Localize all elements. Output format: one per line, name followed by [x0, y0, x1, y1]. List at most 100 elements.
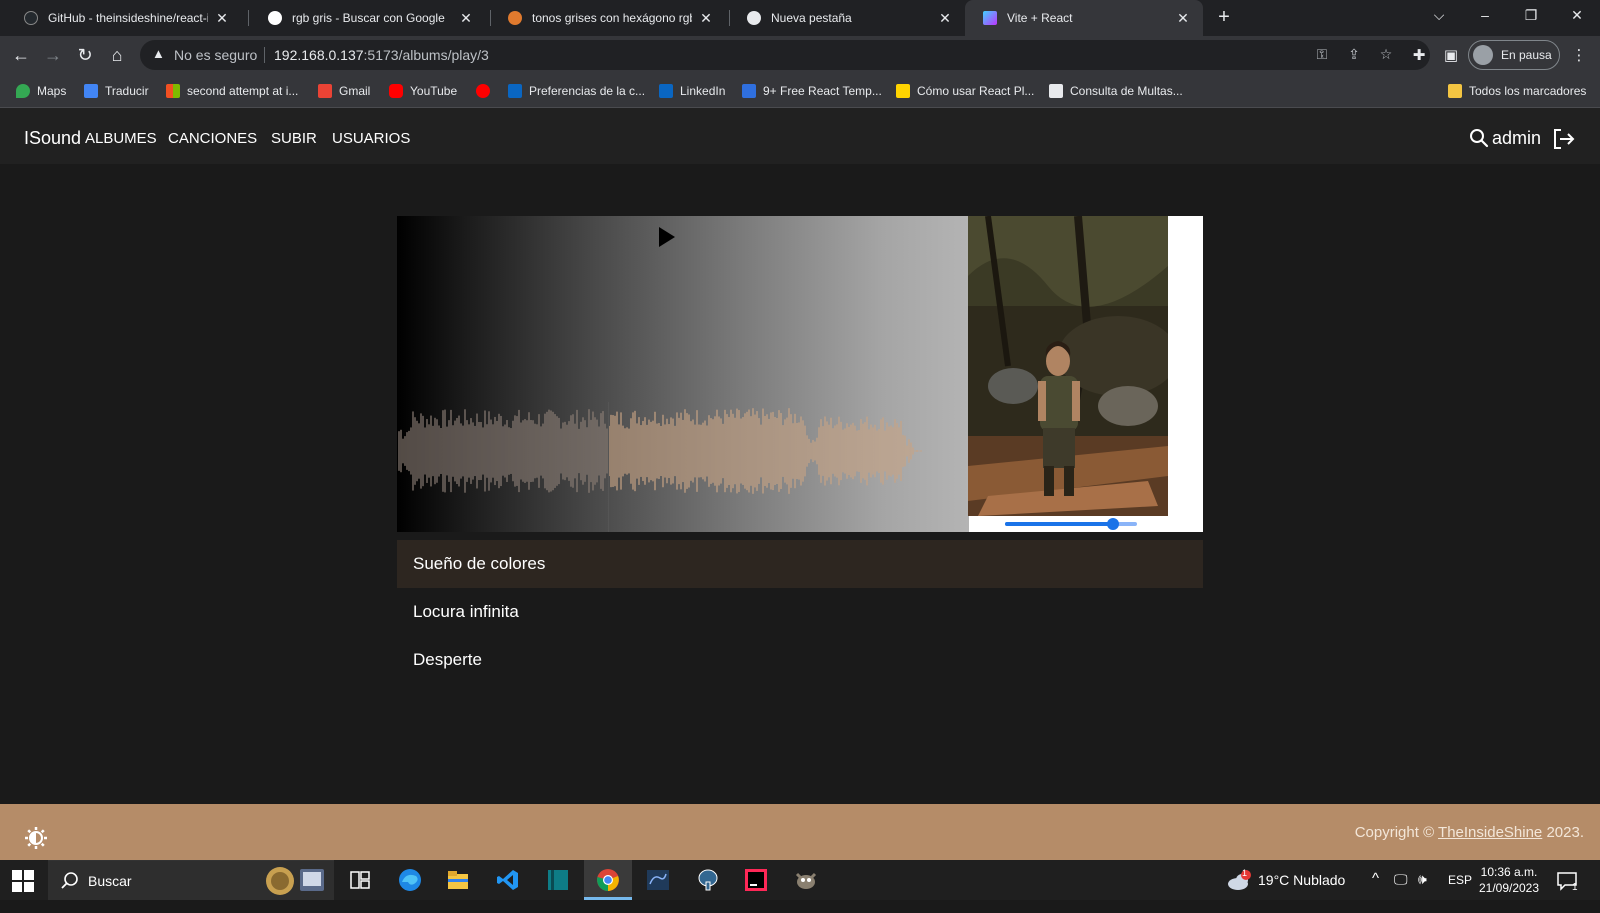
new-tab-button[interactable]: +	[1212, 6, 1236, 30]
user-label[interactable]: admin	[1492, 128, 1541, 149]
bookmark-maps[interactable]: Maps	[16, 82, 66, 100]
bookmark-label: Gmail	[339, 84, 371, 98]
gimp-icon	[795, 872, 817, 889]
weather-text[interactable]: 19°C Nublado	[1258, 872, 1345, 912]
terminal-icon	[548, 870, 568, 890]
tab-title: GitHub - theinsideshine/react-ins	[48, 11, 208, 25]
theme-toggle-icon[interactable]	[24, 826, 48, 850]
nav-link-albumes[interactable]: ALBUMES	[85, 130, 157, 147]
tab-google-search[interactable]: rgb gris - Buscar con Google ✕	[250, 0, 486, 36]
tab-github[interactable]: GitHub - theinsideshine/react-ins ✕	[6, 0, 242, 36]
taskbar-app-pgadmin[interactable]	[684, 860, 732, 900]
taskbar-search-box[interactable]: Buscar	[48, 860, 334, 900]
bookmark-react-pl[interactable]: Cómo usar React Pl...	[896, 82, 1034, 100]
tab-vite-react[interactable]: Vite + React ✕	[965, 0, 1203, 36]
logout-icon[interactable]	[1552, 128, 1576, 150]
bookmark-preferencias[interactable]: Preferencias de la c...	[508, 82, 645, 100]
windows-start-icon[interactable]	[12, 870, 34, 892]
volume-icon[interactable]: 🕪	[1418, 871, 1427, 911]
bookmark-youtube-music[interactable]	[476, 82, 497, 100]
star-icon[interactable]: ☆	[1376, 46, 1396, 64]
side-panel-icon[interactable]: ▣	[1440, 45, 1462, 67]
minimize-button[interactable]: –	[1462, 0, 1508, 30]
bookmarks-bar: Maps Traducir second attempt at i... Gma…	[0, 74, 1600, 108]
task-view-button[interactable]	[336, 860, 384, 900]
bookmark-traducir[interactable]: Traducir	[84, 82, 149, 100]
app-navbar: ISound ALBUMES CANCIONES SUBIR USUARIOS …	[0, 108, 1600, 164]
mysql-workbench-icon	[647, 870, 669, 890]
copyright-link[interactable]: TheInsideShine	[1438, 824, 1542, 841]
taskbar-clock[interactable]: 10:36 a.m. 21/09/2023	[1470, 864, 1548, 896]
taskbar-app-gimp[interactable]	[782, 860, 830, 900]
bookmark-youtube[interactable]: YouTube	[389, 82, 457, 100]
bookmark-react-templates[interactable]: 9+ Free React Temp...	[742, 82, 882, 100]
bookmark-gmail[interactable]: Gmail	[318, 82, 370, 100]
reload-icon[interactable]: ↻	[72, 42, 98, 68]
nav-link-canciones[interactable]: CANCIONES	[168, 130, 257, 147]
close-tab-icon[interactable]: ✕	[1175, 10, 1191, 27]
waveform[interactable]	[397, 391, 937, 511]
all-bookmarks[interactable]: Todos los marcadores	[1448, 82, 1586, 100]
search-icon[interactable]	[1469, 128, 1489, 148]
linkedin-icon	[508, 84, 522, 98]
kebab-menu-icon[interactable]: ⋮	[1568, 45, 1590, 67]
profile-button[interactable]: En pausa	[1468, 40, 1560, 70]
tab-title: Vite + React	[1007, 11, 1073, 25]
bookmark-label: YouTube	[410, 84, 458, 98]
close-window-button[interactable]: ✕	[1554, 0, 1600, 30]
bookmark-linkedin[interactable]: LinkedIn	[659, 82, 725, 100]
insecure-label[interactable]: No es seguro	[174, 47, 257, 63]
taskbar-app-mysql[interactable]	[634, 860, 682, 900]
tab-nueva-pestana[interactable]: Nueva pestaña ✕	[729, 0, 965, 36]
main-content: Sueño de colores Locura infinita Despert…	[0, 164, 1600, 804]
play-icon[interactable]	[655, 224, 679, 250]
cloud-weather-icon[interactable]	[1226, 870, 1252, 892]
bookmark-multas[interactable]: Consulta de Multas...	[1049, 82, 1183, 100]
vite-icon	[983, 11, 997, 25]
taskbar-app-file-explorer[interactable]	[434, 860, 482, 900]
extensions-puzzle-icon[interactable]: ✚	[1408, 45, 1430, 67]
taskbar-app-chrome[interactable]	[584, 860, 632, 900]
home-icon[interactable]: ⌂	[104, 42, 130, 68]
taskbar-app-intellij[interactable]	[732, 860, 780, 900]
album-cover-image	[968, 216, 1168, 516]
playhead-cursor	[608, 402, 609, 532]
forward-arrow-icon[interactable]: →	[40, 42, 66, 68]
tab-search-chevron-icon[interactable]: ⌵	[1416, 0, 1462, 30]
bookmark-second-attempt[interactable]: second attempt at i...	[166, 82, 298, 100]
bookmark-label: Consulta de Multas...	[1070, 84, 1183, 98]
close-tab-icon[interactable]: ✕	[458, 10, 474, 27]
network-icon[interactable]: 🖵	[1394, 871, 1408, 911]
tab-tonos-grises[interactable]: tonos grises con hexágono rgb p ✕	[490, 0, 726, 36]
restore-button[interactable]: ❐	[1508, 0, 1554, 30]
github-icon	[24, 11, 38, 25]
close-tab-icon[interactable]: ✕	[937, 10, 953, 27]
close-tab-icon[interactable]: ✕	[214, 10, 230, 27]
song-item-locura-infinita[interactable]: Locura infinita	[397, 588, 1203, 636]
taskbar-app-edge[interactable]	[386, 860, 434, 900]
youtube-icon	[389, 84, 403, 98]
back-arrow-icon[interactable]: ←	[8, 42, 34, 68]
clock-time: 10:36 a.m.	[1480, 865, 1538, 879]
volume-slider-knob[interactable]	[1107, 518, 1119, 530]
taskbar-app-vscode[interactable]	[484, 860, 532, 900]
volume-slider[interactable]	[1005, 517, 1137, 531]
key-icon[interactable]: ⚿	[1312, 46, 1332, 64]
share-icon[interactable]: ⇪	[1344, 46, 1364, 64]
brand-logo[interactable]: ISound	[24, 128, 81, 149]
url-path: :5173/albums/play/3	[363, 47, 489, 63]
song-item-sueno-de-colores[interactable]: Sueño de colores	[397, 540, 1203, 588]
bookmark-label: Preferencias de la c...	[529, 84, 646, 98]
close-tab-icon[interactable]: ✕	[698, 10, 714, 27]
tab-title: tonos grises con hexágono rgb p	[532, 11, 692, 25]
language-indicator[interactable]: ESP	[1448, 873, 1472, 913]
url-text[interactable]: 192.168.0.137:5173/albums/play/3	[274, 47, 489, 63]
address-bar[interactable]: ▲ No es seguro 192.168.0.137:5173/albums…	[140, 40, 1430, 70]
taskbar-app-terminal[interactable]	[534, 860, 582, 900]
warning-icon[interactable]: ▲	[152, 46, 165, 61]
nav-link-subir[interactable]: SUBIR	[271, 130, 317, 147]
clock-date: 21/09/2023	[1478, 881, 1540, 895]
show-hidden-icons-chevron-icon[interactable]: ^	[1372, 870, 1379, 910]
song-item-desperte[interactable]: Desperte	[397, 636, 1203, 684]
nav-link-usuarios[interactable]: USUARIOS	[332, 130, 410, 147]
